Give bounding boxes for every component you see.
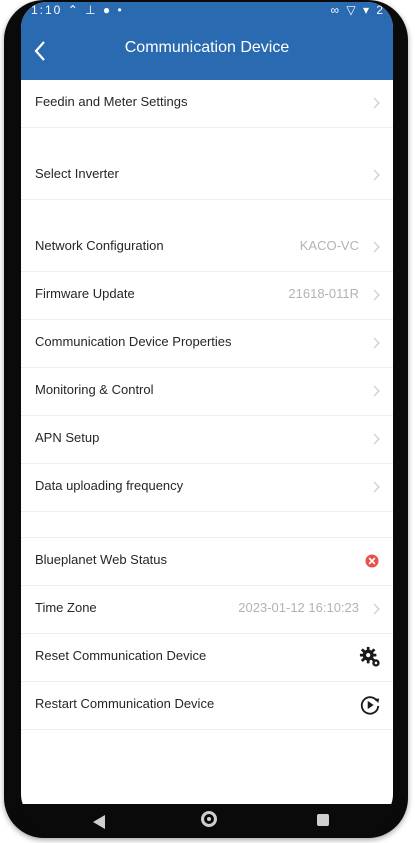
row-label: Select Inverter [35,166,119,181]
row-label: Reset Communication Device [35,648,207,663]
chevron-right-icon [373,169,380,181]
chevron-right-icon [373,289,380,301]
system-nav-bar [21,804,393,838]
row-label: Blueplanet Web Status [35,552,168,567]
restart-icon[interactable] [359,694,381,716]
section-gap [21,128,393,152]
row-label: Monitoring & Control [35,382,154,397]
row-restart-device[interactable]: Restart Communication Device [21,682,393,730]
chevron-right-icon [373,241,380,253]
row-value: KACO-VC [299,238,359,253]
chevron-right-icon [373,433,380,445]
row-device-properties[interactable]: Communication Device Properties [21,320,393,368]
chevron-right-icon [373,97,380,109]
row-label: Time Zone [35,600,97,615]
row-feedin-meter-settings[interactable]: Feedin and Meter Settings [21,80,393,128]
row-label: Restart Communication Device [35,696,215,711]
chevron-right-icon [373,385,380,397]
chevron-right-icon [373,603,380,615]
row-label: Network Configuration [35,238,164,253]
row-label: Firmware Update [35,286,135,301]
row-label: Feedin and Meter Settings [35,94,188,109]
row-label: Communication Device Properties [35,334,232,349]
error-icon [365,554,379,568]
row-monitoring-control[interactable]: Monitoring & Control [21,368,393,416]
status-left: 1:10 ⌃ ⊥ ● • [31,3,124,17]
nav-back-icon[interactable] [93,815,105,829]
status-bar: 1:10 ⌃ ⊥ ● • ∞ ▽ ▾ 2 [21,2,393,22]
row-value: 21618-011R [288,286,359,301]
app-header: Communication Device [21,22,393,80]
row-firmware-update[interactable]: Firmware Update 21618-011R [21,272,393,320]
section-gap [21,512,393,538]
row-value: 2023-01-12 16:10:23 [238,600,359,615]
row-select-inverter[interactable]: Select Inverter [21,152,393,200]
chevron-right-icon [373,337,380,349]
chevron-right-icon [373,481,380,493]
screen: 1:10 ⌃ ⊥ ● • ∞ ▽ ▾ 2 Communication Devic… [21,2,393,824]
section-gap [21,200,393,224]
nav-home-icon[interactable] [201,811,217,827]
settings-list: Feedin and Meter Settings Select Inverte… [21,80,393,730]
gear-icon[interactable] [359,646,381,668]
page-title: Communication Device [124,39,290,56]
status-right: ∞ ▽ ▾ 2 [330,3,385,17]
nav-recent-icon[interactable] [317,814,329,826]
row-reset-device[interactable]: Reset Communication Device [21,634,393,682]
row-time-zone[interactable]: Time Zone 2023-01-12 16:10:23 [21,586,393,634]
row-apn-setup[interactable]: APN Setup [21,416,393,464]
row-web-status[interactable]: Blueplanet Web Status [21,538,393,586]
row-data-upload-frequency[interactable]: Data uploading frequency [21,464,393,512]
row-network-configuration[interactable]: Network Configuration KACO-VC [21,224,393,272]
row-label: Data uploading frequency [35,478,184,493]
row-label: APN Setup [35,430,100,445]
